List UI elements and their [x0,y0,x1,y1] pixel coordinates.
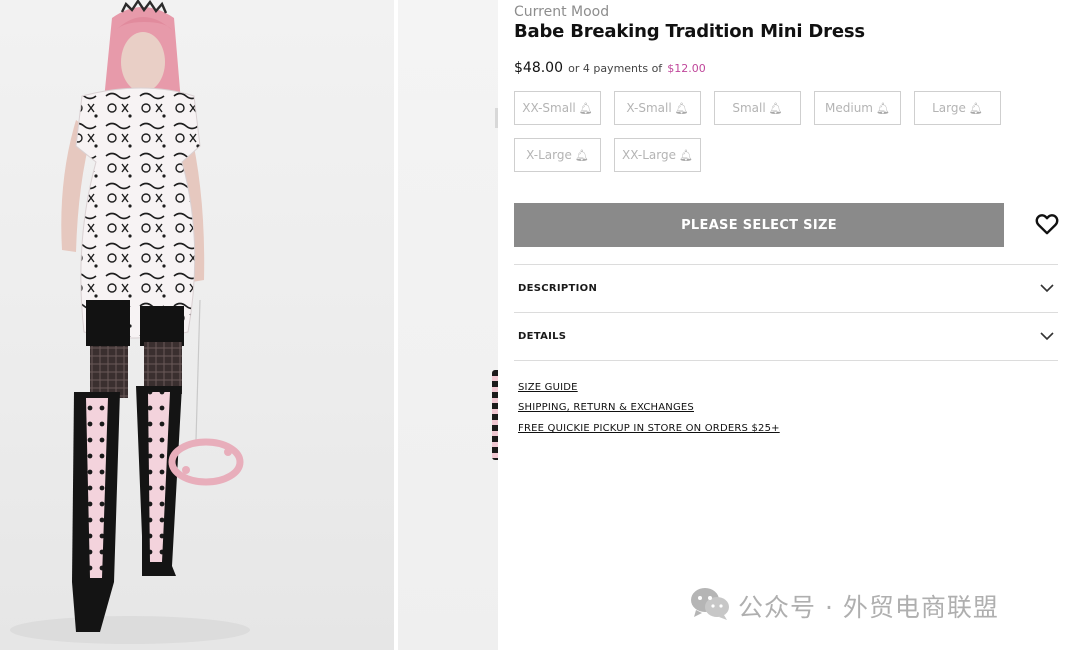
size-label: Small [732,101,766,115]
product-image-secondary[interactable] [398,0,498,650]
size-guide-link[interactable]: SIZE GUIDE [518,382,578,393]
size-option-large[interactable]: Large 🔔︎ [914,91,1001,125]
product-price: $48.00 [514,60,563,76]
watermark: 公众号 · 外贸电商联盟 [690,586,999,625]
accordion-divider [514,360,1058,361]
image-peek-boot [492,370,498,460]
installment-amount[interactable]: $12.00 [667,62,706,75]
store-pickup-link[interactable]: FREE QUICKIE PICKUP IN STORE ON ORDERS $… [518,423,780,434]
bell-icon: 🔔︎ [678,148,693,162]
bell-icon: 🔔︎ [578,101,593,115]
price-row: $48.00 or 4 payments of $12.00 [514,57,706,76]
size-option-medium[interactable]: Medium 🔔︎ [814,91,901,125]
product-title: Babe Breaking Tradition Mini Dress [514,21,865,42]
size-label: XX-Small [522,101,576,115]
size-label: Medium [825,101,873,115]
size-option-x-large[interactable]: X-Large 🔔︎ [514,138,601,172]
size-option-small[interactable]: Small 🔔︎ [714,91,801,125]
image-edge-mark [495,108,498,128]
model-illustration [10,0,250,644]
size-label: XX-Large [622,148,676,162]
size-label: X-Small [626,101,672,115]
accordion-details[interactable]: DETAILS [514,312,1058,360]
product-brand[interactable]: Current Mood [514,4,609,20]
accordion-label: DESCRIPTION [518,283,598,294]
select-size-button[interactable]: PLEASE SELECT SIZE [514,203,1004,247]
accordion-description[interactable]: DESCRIPTION [514,264,1058,312]
installment-text: or 4 payments of [568,62,663,75]
size-option-x-small[interactable]: X-Small 🔔︎ [614,91,701,125]
product-gallery [0,0,498,650]
chevron-down-icon [1040,280,1054,298]
wishlist-heart-icon[interactable] [1034,211,1060,237]
size-label: Large [932,101,966,115]
bell-icon: 🔔︎ [674,101,689,115]
wechat-icon [690,586,730,625]
bell-icon: 🔔︎ [768,101,783,115]
accordion-label: DETAILS [518,331,567,342]
bell-icon: 🔔︎ [968,101,983,115]
size-option-xx-small[interactable]: XX-Small 🔔︎ [514,91,601,125]
size-label: X-Large [526,148,572,162]
size-option-xx-large[interactable]: XX-Large 🔔︎ [614,138,701,172]
bell-icon: 🔔︎ [876,101,890,115]
bell-icon: 🔔︎ [574,148,589,162]
watermark-text: 公众号 · 外贸电商联盟 [738,592,999,622]
product-image-main[interactable] [0,0,394,650]
chevron-down-icon [1040,328,1054,346]
shipping-returns-link[interactable]: SHIPPING, RETURN & EXCHANGES [518,402,694,413]
